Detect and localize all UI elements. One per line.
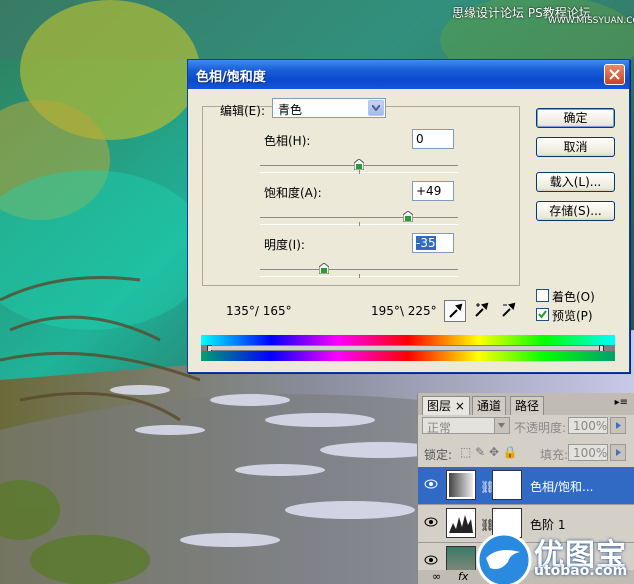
hue-input[interactable]: 0 xyxy=(412,129,454,149)
logo-url: utobao.com xyxy=(534,563,628,579)
eyedropper-plus-icon xyxy=(475,302,489,317)
preview-checkbox[interactable] xyxy=(536,308,549,321)
colorize-label: 着色(O) xyxy=(552,290,595,304)
eyedropper-tool[interactable] xyxy=(444,300,466,322)
link-layers-icon[interactable]: ∞ xyxy=(432,570,441,583)
input-color-bar xyxy=(201,335,615,345)
layer-name: 色相/饱和... xyxy=(530,480,594,494)
lightness-slider-thumb[interactable] xyxy=(319,263,330,274)
tab-layers[interactable]: 图层 × xyxy=(422,396,470,415)
close-icon xyxy=(609,69,620,80)
layer-row-hue-saturation[interactable]: ⛓ 色相/饱和... xyxy=(418,467,634,505)
arrow-right-icon xyxy=(616,422,621,429)
dialog-title: 色相/饱和度 xyxy=(196,70,266,85)
saturation-slider-thumb[interactable] xyxy=(402,211,413,222)
watermark-url: WWW.MISSYUAN.COM xyxy=(548,16,634,26)
chevron-down-icon xyxy=(494,418,509,433)
adjustment-group xyxy=(202,106,520,286)
eyedropper-minus-icon xyxy=(502,302,516,317)
saturation-label: 饱和度(A): xyxy=(264,186,322,200)
opacity-label: 不透明度: xyxy=(514,421,567,435)
range-selection xyxy=(211,346,603,350)
arrow-right-icon xyxy=(616,449,621,456)
lightness-input[interactable]: -35 xyxy=(412,233,454,253)
lightness-label: 明度(I): xyxy=(264,238,305,252)
ok-button[interactable]: 确定 xyxy=(536,108,615,128)
blend-mode-select[interactable]: 正常 xyxy=(422,417,510,435)
panel-menu-icon[interactable]: ▸≡ xyxy=(615,397,628,408)
lock-icons[interactable]: ⬚ ✎ ✥ 🔒 xyxy=(460,445,518,459)
saturation-input[interactable]: +49 xyxy=(412,181,454,201)
hue-slider-thumb[interactable] xyxy=(354,159,364,170)
eyedropper-add-tool[interactable] xyxy=(471,300,493,322)
opacity-arrow-button[interactable] xyxy=(610,417,626,434)
preview-label: 预览(P) xyxy=(552,309,593,323)
fill-input[interactable]: 100% xyxy=(568,444,608,461)
layer-mask-thumbnail xyxy=(492,470,522,500)
eye-icon[interactable] xyxy=(424,555,438,565)
fill-arrow-button[interactable] xyxy=(610,444,626,461)
dialog-title-bar[interactable]: 色相/饱和度 xyxy=(188,60,629,89)
adjustment-thumbnail xyxy=(446,470,476,500)
opacity-input[interactable]: 100% xyxy=(568,417,608,434)
lock-label: 锁定: xyxy=(424,448,453,462)
eyedropper-subtract-tool[interactable] xyxy=(498,300,520,322)
tab-paths[interactable]: 路径 xyxy=(510,396,545,415)
edit-select[interactable]: 青色 xyxy=(272,98,386,118)
hue-label: 色相(H): xyxy=(264,134,311,148)
chevron-down-icon[interactable] xyxy=(368,100,384,116)
edit-label: 编辑(E): xyxy=(220,104,265,118)
load-button[interactable]: 载入(L)... xyxy=(536,172,615,192)
edit-select-value: 青色 xyxy=(278,103,303,117)
close-tab-icon[interactable]: × xyxy=(455,399,465,413)
hue-saturation-dialog: 色相/饱和度 编辑(E): 青色 色相(H): 0 饱和度(A): +49 明度… xyxy=(187,59,630,373)
eye-icon[interactable] xyxy=(424,517,438,527)
eyedropper-icon xyxy=(449,303,463,318)
checkmark-icon xyxy=(538,310,547,319)
cancel-button[interactable]: 取消 xyxy=(536,137,615,157)
range-left-readout: 135°/ 165° xyxy=(226,304,292,318)
output-color-bar xyxy=(201,351,615,361)
range-right-readout: 195°\ 225° xyxy=(371,304,437,318)
colorize-checkbox[interactable] xyxy=(536,289,549,302)
panel-tabs: 图层 × 通道 路径 ▸≡ xyxy=(418,393,634,415)
tab-channels[interactable]: 通道 xyxy=(472,396,507,415)
eye-icon[interactable] xyxy=(424,479,438,489)
save-button[interactable]: 存储(S)... xyxy=(536,201,615,221)
close-button[interactable] xyxy=(604,64,625,85)
fill-label: 填充: xyxy=(540,448,569,462)
